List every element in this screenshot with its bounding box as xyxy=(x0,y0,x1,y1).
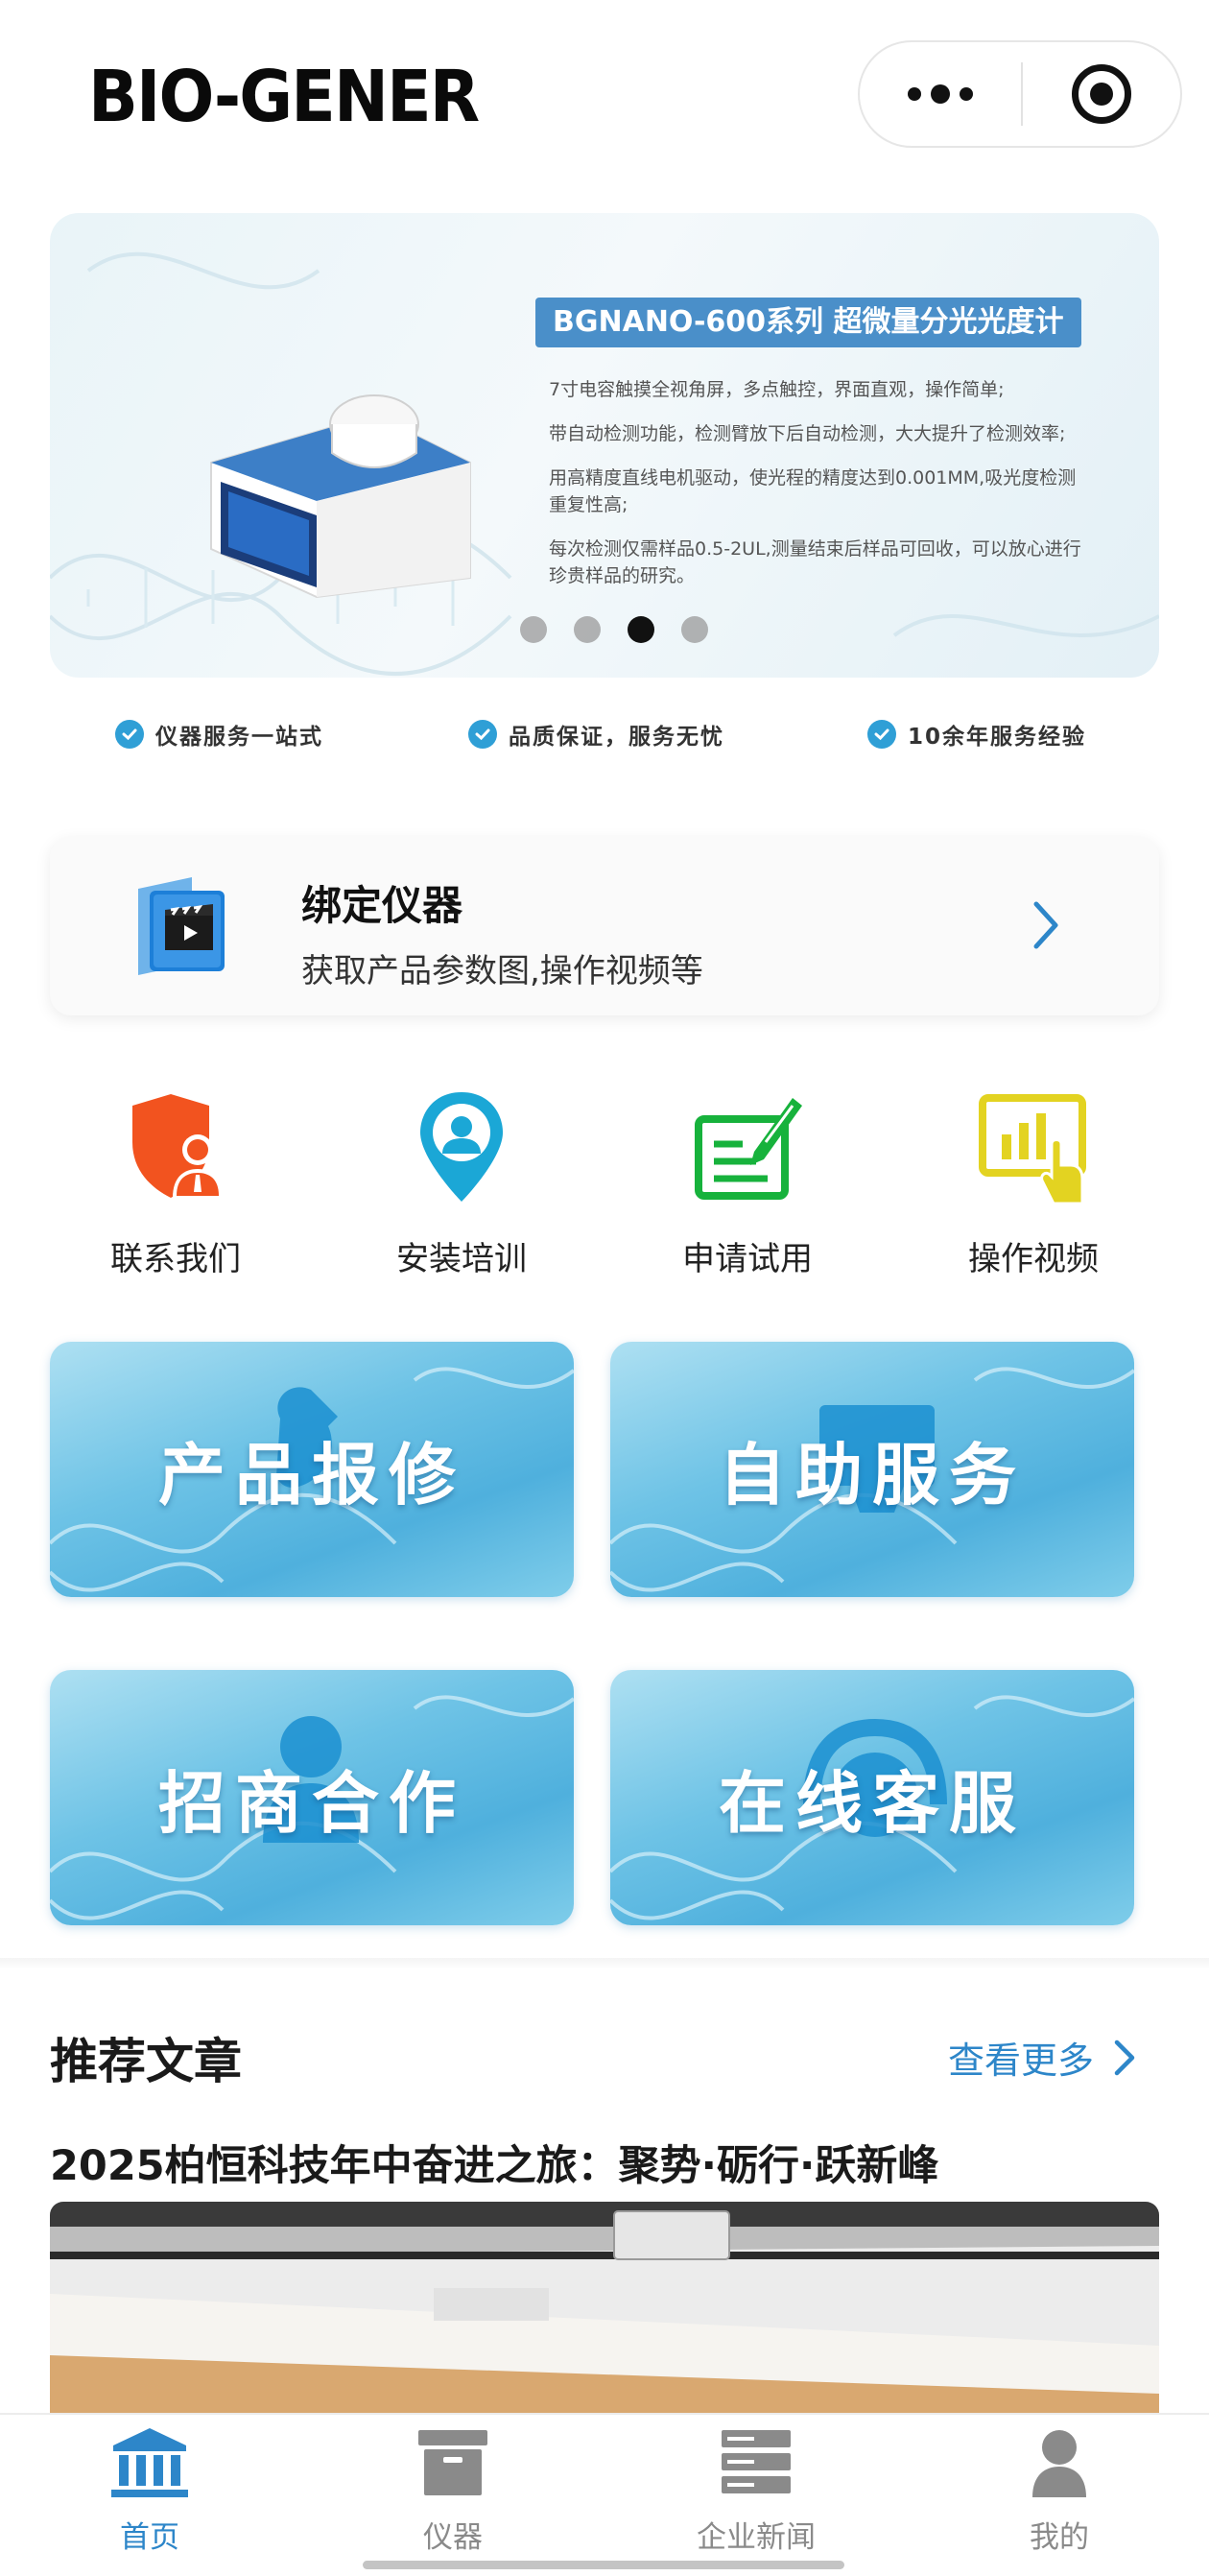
tile-label: 产品报修 xyxy=(158,1435,465,1515)
article-title[interactable]: 2025柏恒科技年中奋进之旅：聚势·砺行·跃新峰 xyxy=(50,2133,938,2192)
pager-dot-active[interactable] xyxy=(628,616,654,643)
banner-line: 用高精度直线电机驱动，使光程的精度达到0.001MM,吸光度检测重复性高; xyxy=(549,467,1077,515)
feature-item: 10余年服务经验 xyxy=(867,718,1086,751)
pager-dot[interactable] xyxy=(681,616,708,643)
tile-label: 自助服务 xyxy=(719,1435,1026,1515)
tab-home[interactable]: 首页 xyxy=(44,2426,255,2556)
banner-title: BGNANO-600系列 超微量分光光度计 xyxy=(535,298,1081,347)
logo-text: BIO-GENER xyxy=(88,56,480,138)
feature-label: 仪器服务一站式 xyxy=(155,725,323,750)
quick-label: 申请试用 xyxy=(682,1240,813,1278)
check-circle-icon xyxy=(867,720,896,749)
feature-item: 仪器服务一站式 xyxy=(115,718,323,751)
article-photo xyxy=(50,2202,1159,2413)
user-icon xyxy=(1032,2430,1086,2497)
tab-instruments[interactable]: 仪器 xyxy=(347,2426,558,2556)
chart-touch-icon xyxy=(979,1094,1086,1205)
see-more-label: 查看更多 xyxy=(948,2039,1095,2082)
feature-item: 品质保证，服务无忧 xyxy=(468,718,724,751)
bottom-tab-bar: 首页 仪器 企业新闻 我的 xyxy=(0,2413,1209,2576)
articles-section-title: 推荐文章 xyxy=(50,2034,242,2089)
tab-label: 首页 xyxy=(120,2520,179,2555)
form-pen-icon xyxy=(695,1098,802,1200)
banner-line: 带自动检测功能，检测臂放下后自动检测，大大提升了检测效率; xyxy=(549,423,1066,444)
tile-product-repair[interactable]: 产品报修 xyxy=(50,1342,574,1597)
quick-actions: 联系我们 安装培训 申请试用 操作视频 xyxy=(0,1085,1209,1296)
check-circle-icon xyxy=(468,720,497,749)
see-more-link[interactable]: 查看更多 xyxy=(948,2031,1140,2084)
tile-online-support[interactable]: 在线客服 xyxy=(610,1670,1134,1925)
quick-install-training[interactable]: 安装培训 xyxy=(342,1085,581,1279)
location-person-icon xyxy=(420,1092,503,1202)
server-stack-icon xyxy=(722,2430,791,2493)
bind-instrument-card[interactable]: 绑定仪器 获取产品参数图,操作视频等 xyxy=(50,837,1159,1015)
box-icon xyxy=(418,2430,487,2495)
pager-dot[interactable] xyxy=(520,616,547,643)
home-indicator xyxy=(363,2561,844,2569)
quick-label: 联系我们 xyxy=(110,1240,241,1278)
banner-line: 每次检测仅需样品0.5-2UL,测量结束后样品可回收，可以放心进行珍贵样品的研究… xyxy=(549,538,1081,586)
section-divider xyxy=(0,1958,1209,1969)
pager-dot[interactable] xyxy=(574,616,601,643)
bind-card-subtitle: 获取产品参数图,操作视频等 xyxy=(301,952,703,990)
brand-logo: BIO-GENER xyxy=(88,54,512,140)
feature-label: 品质保证，服务无忧 xyxy=(509,725,724,750)
target-close-icon[interactable] xyxy=(1023,42,1180,146)
chevron-right-icon[interactable] xyxy=(1015,894,1077,956)
carousel-pager xyxy=(50,616,1159,643)
tab-label: 企业新闻 xyxy=(697,2520,816,2555)
top-bar: BIO-GENER xyxy=(0,0,1209,192)
check-circle-icon xyxy=(115,720,144,749)
banner-description: 7寸电容触摸全视角屏，多点触控，界面直观，操作简单; 带自动检测功能，检测臂放下… xyxy=(549,376,1086,607)
tile-self-service[interactable]: 自助服务 xyxy=(610,1342,1134,1597)
chevron-right-icon xyxy=(1114,2039,1135,2075)
bind-card-title: 绑定仪器 xyxy=(301,882,463,929)
feature-strip: 仪器服务一站式 品质保证，服务无忧 10余年服务经验 xyxy=(0,718,1209,760)
bank-home-icon xyxy=(111,2428,188,2497)
tile-business-cooperation[interactable]: 招商合作 xyxy=(50,1670,574,1925)
tab-label: 我的 xyxy=(1030,2520,1089,2555)
mini-program-capsule xyxy=(858,40,1182,148)
quick-label: 安装培训 xyxy=(396,1240,527,1278)
article-cover-image[interactable] xyxy=(50,2202,1159,2413)
tile-label: 招商合作 xyxy=(158,1763,465,1843)
tab-profile[interactable]: 我的 xyxy=(954,2426,1165,2556)
video-folder-icon xyxy=(138,877,225,975)
quick-label: 操作视频 xyxy=(968,1240,1099,1278)
tab-label: 仪器 xyxy=(423,2520,483,2555)
tab-company-news[interactable]: 企业新闻 xyxy=(651,2426,862,2556)
shield-person-icon xyxy=(132,1094,223,1198)
quick-apply-trial[interactable]: 申请试用 xyxy=(628,1085,867,1279)
quick-operation-video[interactable]: 操作视频 xyxy=(913,1085,1153,1279)
banner-line: 7寸电容触摸全视角屏，多点触控，界面直观，操作简单; xyxy=(549,379,1005,400)
product-banner[interactable]: BGNANO-600系列 超微量分光光度计 7寸电容触摸全视角屏，多点触控，界面… xyxy=(50,213,1159,678)
feature-label: 10余年服务经验 xyxy=(908,725,1087,750)
spectrophotometer-image xyxy=(210,394,471,599)
quick-contact-us[interactable]: 联系我们 xyxy=(56,1085,296,1279)
more-dots-icon[interactable] xyxy=(860,42,1021,146)
tile-label: 在线客服 xyxy=(719,1763,1026,1843)
